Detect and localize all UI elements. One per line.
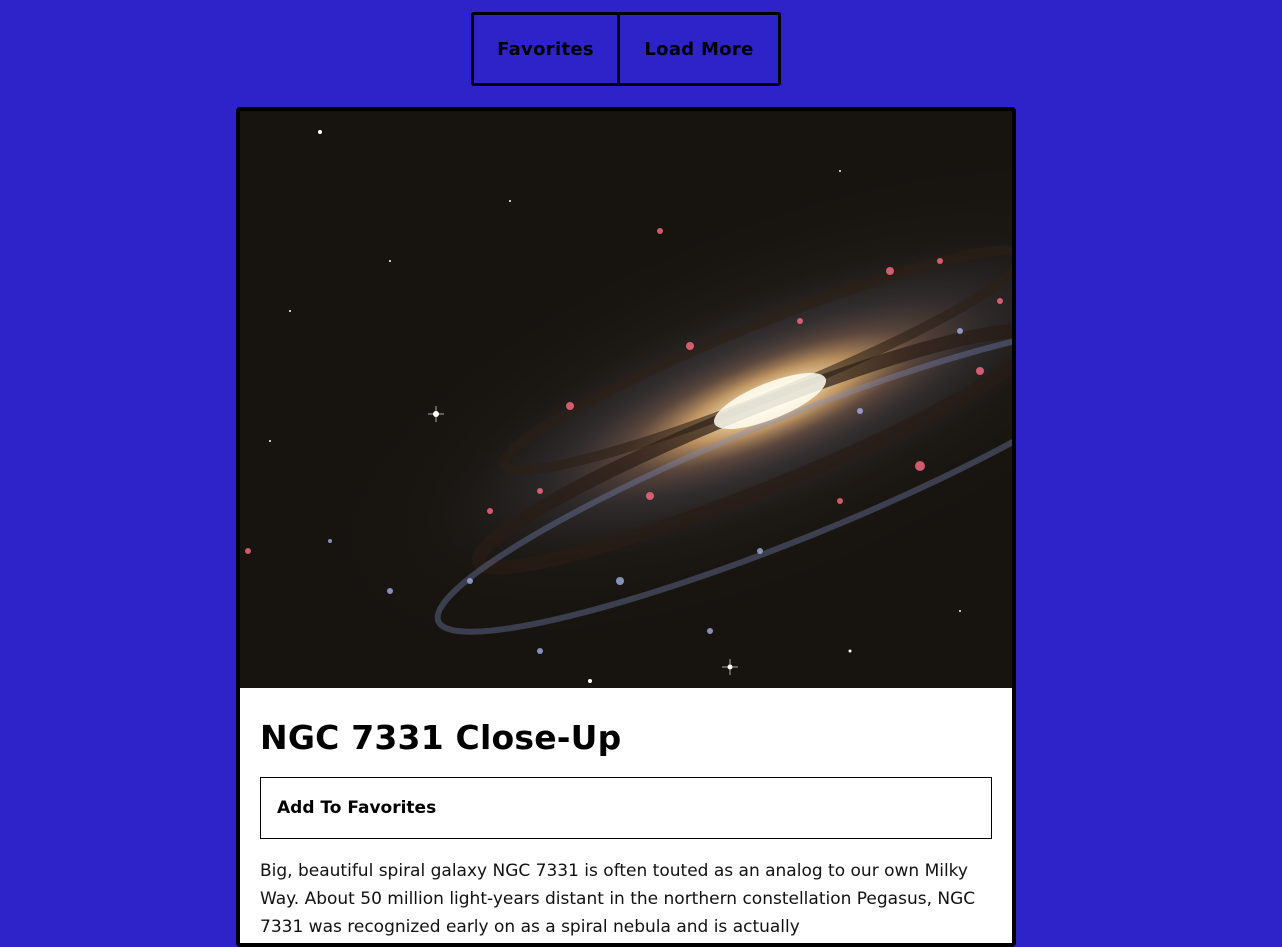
galaxy-image <box>240 111 1012 688</box>
load-more-button[interactable]: Load More <box>620 15 778 83</box>
card-body: NGC 7331 Close-Up Add To Favorites Big, … <box>240 688 1012 941</box>
favorites-button[interactable]: Favorites <box>474 15 620 83</box>
card-title: NGC 7331 Close-Up <box>260 718 622 757</box>
add-to-favorites-button[interactable]: Add To Favorites <box>260 777 992 839</box>
explanation-text: Big, beautiful spiral galaxy NGC 7331 is… <box>260 861 976 937</box>
apod-card: NGC 7331 Close-Up Add To Favorites Big, … <box>236 107 1016 947</box>
top-nav: Favorites Load More <box>471 12 781 86</box>
